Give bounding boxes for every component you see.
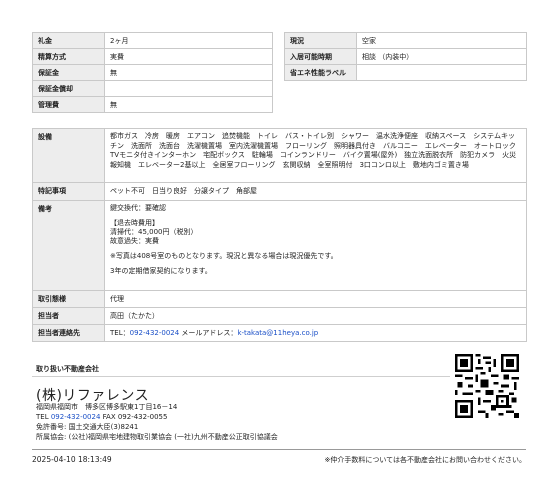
footer-note: ※仲介手数料については各不動産会社にお問い合わせください。 — [324, 456, 526, 464]
table-row: 礼金 2ヶ月 — [32, 32, 273, 49]
label-features: 特記事項 — [32, 182, 105, 201]
label-contact: 担当者連絡先 — [32, 324, 105, 342]
table-row: 設備 都市ガス 冷房 暖房 エアコン 追焚機能 トイレ バス・トイレ別 シャワー… — [32, 128, 527, 183]
table-row: 担当者 高田（たかた） — [32, 307, 527, 325]
value-deposit: 無 — [104, 64, 273, 81]
value-current-status: 空家 — [356, 32, 527, 49]
table-row: 備考 鍵交換代：要確認 【退去時費用】 清掃代：45,000円（税別） 故意過失… — [32, 200, 527, 291]
footer-timestamp: 2025-04-10 18:13:49 — [32, 455, 112, 464]
company-section-title: 取り扱い不動産会社 — [36, 365, 99, 373]
remarks-line: 3年の定期借家契約になります。 — [110, 267, 212, 275]
label-energy-label: 省エネ性能ラベル — [284, 64, 357, 81]
label-person: 担当者 — [32, 307, 105, 325]
company-phone-fax: TEL 092-432-0024 FAX 092-432-0055 — [36, 412, 167, 422]
company-section-divider — [32, 376, 450, 377]
table-row: 保証金償却 — [32, 80, 273, 97]
details-table: 設備 都市ガス 冷房 暖房 エアコン 追焚機能 トイレ バス・トイレ別 シャワー… — [32, 128, 527, 342]
table-row: 取引態様 代理 — [32, 290, 527, 308]
label-settlement: 精算方式 — [32, 48, 105, 65]
label-management-fee: 管理費 — [32, 96, 105, 113]
table-row: 特記事項 ペット不可 日当り良好 分譲タイプ 角部屋 — [32, 182, 527, 201]
status-table: 現況 空家 入居可能時期 相談 （内装中） 省エネ性能ラベル — [284, 32, 527, 81]
value-person: 高田（たかた） — [104, 307, 527, 325]
contact-email-link[interactable]: k-takata@11heya.co.jp — [237, 329, 318, 337]
label-deposit: 保証金 — [32, 64, 105, 81]
table-row: 保証金 無 — [32, 64, 273, 81]
contact-mail-prefix: メールアドレス： — [179, 329, 238, 337]
company-tel-link[interactable]: 092-432-0024 — [51, 413, 101, 421]
company-association: 所属協会: (公社)福岡県宅地建物取引業協会 (一社)九州不動産公正取引協議会 — [36, 433, 278, 441]
table-row: 現況 空家 — [284, 32, 527, 49]
company-fax: FAX 092-432-0055 — [100, 413, 168, 421]
label-remarks: 備考 — [32, 200, 105, 291]
rent-terms-table: 礼金 2ヶ月 精算方式 実費 保証金 無 保証金償却 管理費 無 — [32, 32, 273, 113]
table-row: 省エネ性能ラベル — [284, 64, 527, 81]
company-address: 福岡県福岡市 博多区博多駅東1丁目16－14 — [36, 403, 178, 411]
value-energy-label — [356, 64, 527, 81]
contact-tel-link[interactable]: 092-432-0024 — [130, 329, 180, 337]
remarks-line: 【退去時費用】 — [110, 219, 159, 227]
label-facilities: 設備 — [32, 128, 105, 183]
value-deposit-amortization — [104, 80, 273, 97]
label-current-status: 現況 — [284, 32, 357, 49]
value-management-fee: 無 — [104, 96, 273, 113]
company-tel-prefix: TEL — [36, 413, 51, 421]
value-facilities: 都市ガス 冷房 暖房 エアコン 追焚機能 トイレ バス・トイレ別 シャワー 温水… — [104, 128, 527, 183]
remarks-line: 故意過失：実費 — [110, 237, 159, 245]
table-row: 担当者連絡先 TEL：092-432-0024 メールアドレス：k-takata… — [32, 324, 527, 342]
value-settlement: 実費 — [104, 48, 273, 65]
value-contact: TEL：092-432-0024 メールアドレス：k-takata@11heya… — [104, 324, 527, 342]
label-key-money: 礼金 — [32, 32, 105, 49]
value-remarks: 鍵交換代：要確認 【退去時費用】 清掃代：45,000円（税別） 故意過失：実費… — [104, 200, 527, 291]
value-key-money: 2ヶ月 — [104, 32, 273, 49]
contact-tel-prefix: TEL： — [110, 329, 130, 337]
value-transaction: 代理 — [104, 290, 527, 308]
value-features: ペット不可 日当り良好 分譲タイプ 角部屋 — [104, 182, 527, 201]
label-move-in: 入居可能時期 — [284, 48, 357, 65]
value-move-in: 相談 （内装中） — [356, 48, 527, 65]
table-row: 入居可能時期 相談 （内装中） — [284, 48, 527, 65]
company-license: 免許番号: 国土交通大臣(3)8241 — [36, 423, 139, 431]
remarks-line: 清掃代：45,000円（税別） — [110, 228, 198, 236]
table-row: 精算方式 実費 — [32, 48, 273, 65]
remarks-line: 鍵交換代：要確認 — [110, 204, 166, 212]
label-transaction: 取引態様 — [32, 290, 105, 308]
table-row: 管理費 無 — [32, 96, 273, 113]
footer-divider — [32, 449, 526, 450]
label-deposit-amortization: 保証金償却 — [32, 80, 105, 97]
qr-code — [455, 354, 519, 418]
remarks-line: ※写真は408号室のものとなります。現況と異なる場合は現況優先です。 — [110, 252, 338, 260]
